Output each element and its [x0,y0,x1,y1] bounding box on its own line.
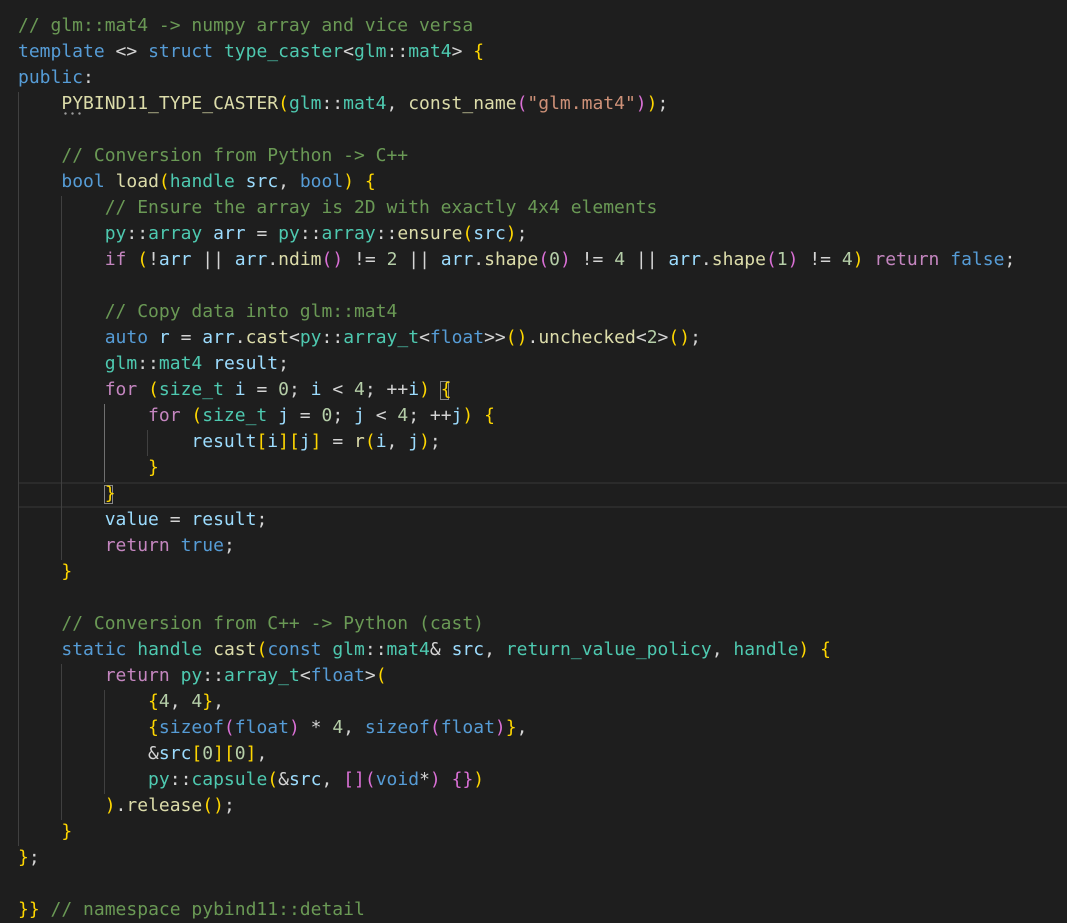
code-line[interactable]: {4, 4}, [18,689,224,715]
code-line[interactable]: } [18,819,72,845]
code-line[interactable]: public: [18,65,94,91]
code-line[interactable]: {sizeof(float) * 4, sizeof(float)}, [18,715,527,741]
code-line[interactable]: } [18,455,159,481]
code-line[interactable]: py::array arr = py::array::ensure(src); [18,221,528,247]
code-line[interactable]: py::capsule(&src, [](void*) {}) [18,767,484,793]
code-line[interactable]: result[i][j] = r(i, j); [18,429,440,455]
code-line[interactable]: // Copy data into glm::mat4 [18,299,398,325]
code-line[interactable]: value = result; [18,507,268,533]
code-line[interactable]: }; [18,845,40,871]
code-editor[interactable]: // glm::mat4 -> numpy array and vice ver… [0,0,1067,920]
code-line[interactable]: return true; [18,533,235,559]
code-line[interactable]: template <> struct type_caster<glm::mat4… [18,39,484,65]
code-line[interactable]: return py::array_t<float>( [18,663,387,689]
current-line-highlight [18,482,1067,508]
code-line[interactable]: // glm::mat4 -> numpy array and vice ver… [18,13,473,39]
code-line[interactable]: // Ensure the array is 2D with exactly 4… [18,195,658,221]
code-line[interactable]: static handle cast(const glm::mat4& src,… [18,637,831,663]
code-line[interactable]: if (!arr || arr.ndim() != 2 || arr.shape… [18,247,1016,273]
code-line[interactable]: } [18,559,72,585]
code-line[interactable]: // Conversion from Python -> C++ [18,143,408,169]
code-line[interactable]: for (size_t j = 0; j < 4; ++j) { [18,403,495,429]
code-line[interactable]: glm::mat4 result; [18,351,289,377]
code-line[interactable]: PYBIND11_TYPE_CASTER(glm::mat4, const_na… [18,91,668,117]
code-line[interactable]: for (size_t i = 0; i < 4; ++i) { [18,377,452,403]
code-line[interactable]: // Conversion from C++ -> Python (cast) [18,611,484,637]
code-line[interactable]: } [18,481,116,507]
code-line[interactable]: auto r = arr.cast<py::array_t<float>>().… [18,325,701,351]
code-line[interactable]: &src[0][0], [18,741,267,767]
code-line[interactable]: bool load(handle src, bool) { [18,169,375,195]
code-line[interactable]: }} // namespace pybind11::detail [18,897,365,923]
code-line[interactable]: ).release(); [18,793,235,819]
